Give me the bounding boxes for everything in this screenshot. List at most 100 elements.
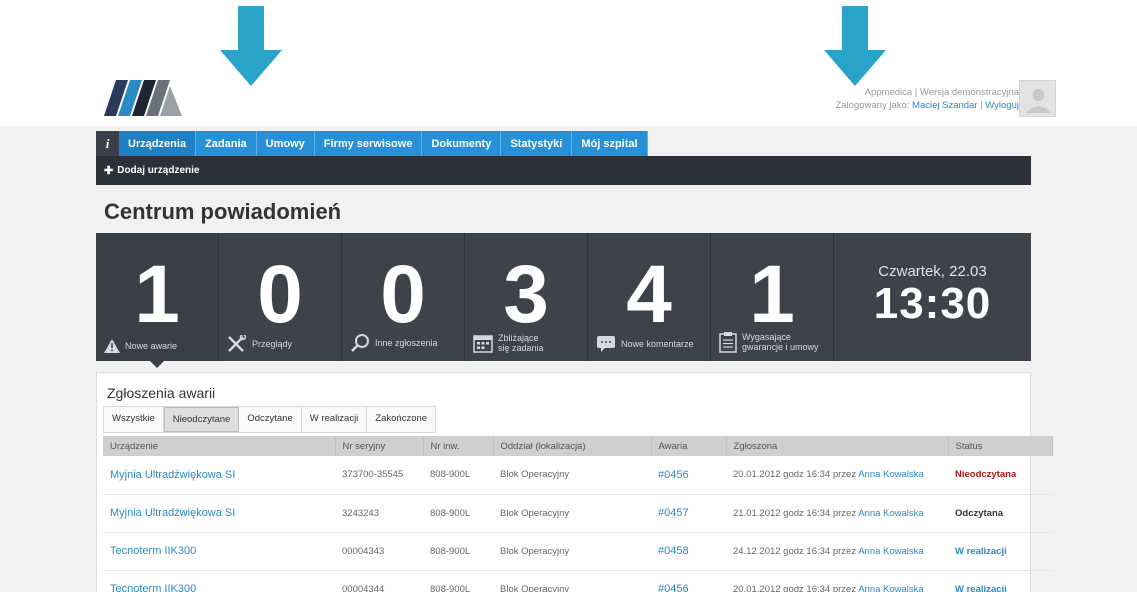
device-link[interactable]: Myjnia Ultradźwiękowa SI [103,456,335,495]
tile-upcoming-tasks[interactable]: 3 Zbliżające się zadania [465,233,588,361]
serial-number: 00004344 [335,570,423,592]
filter-read[interactable]: Odczytane [239,407,302,432]
tile-label: Przeglądy [252,339,293,349]
info-tab[interactable]: i [96,131,119,156]
clipboard-icon [719,332,737,353]
reporter-link[interactable]: Anna Kowalska [858,584,923,592]
notification-tiles: 1 Nowe awarie 0 Przeglądy 0 Inne zgłosze… [96,233,1031,361]
tile-label: Inne zgłoszenia [375,338,438,348]
status-badge: W realizacji [948,532,1053,571]
tab-dokumenty[interactable]: Dokumenty [422,131,502,156]
app-logo [104,80,182,116]
column-header[interactable]: Zgłoszona [726,436,949,456]
inventory-number: 808-900L [423,570,493,592]
device-link[interactable]: Tecnoterm IIK300 [103,570,335,592]
reported-date: 21.01.2012 godz 16:34 przez [733,507,857,519]
table-row[interactable]: Myjnia Ultradźwiękowa SI 373700-35545 80… [103,456,1053,495]
search-icon [351,334,369,352]
app-version: Appmedica | Wersja demonstracyjna [864,87,1019,98]
tab-urzadzenia[interactable]: Urządzenia [119,131,197,156]
tile-label: Nowe awarie [125,341,178,351]
tile-label-line1: Zbliżające [498,333,539,343]
status-badge: Nieodczytana [948,456,1053,495]
device-link[interactable]: Tecnoterm IIK300 [103,532,335,571]
tile-new-failures[interactable]: 1 Nowe awarie [96,233,219,361]
avatar[interactable] [1019,80,1056,117]
current-time: 13:30 [873,279,992,328]
column-header[interactable]: Oddział (lokalizacja) [493,436,652,456]
table-row[interactable]: Tecnoterm IIK300 00004343 808-900L Blok … [103,532,1053,571]
column-header[interactable]: Nr inw. [423,436,494,456]
reported-cell: 21.01.2012 godz 16:34 przez Anna Kowalsk… [726,494,948,533]
serial-number: 373700-35545 [335,456,423,495]
reporter-link[interactable]: Anna Kowalska [858,546,923,557]
tile-count: 1 [134,249,180,340]
comment-icon [597,336,615,352]
table-row[interactable]: Tecnoterm IIK300 00004344 808-900L Blok … [103,570,1053,592]
tile-new-comments[interactable]: 4 Nowe komentarze [588,233,711,361]
department: Blok Operacyjny [493,570,651,592]
device-link[interactable]: Myjnia Ultradźwiękowa SI [103,494,335,533]
user-info: Appmedica | Wersja demonstracyjna Zalogo… [835,86,1019,112]
issue-link[interactable]: #0456 [651,456,726,495]
reported-date: 24.12.2012 godz 16:34 przez [733,545,857,557]
department: Blok Operacyjny [493,494,651,533]
filter-all[interactable]: Wszystkie [104,407,164,432]
reporter-link[interactable]: Anna Kowalska [858,469,923,480]
main-nav: i Urządzenia Zadania Umowy Firmy serwiso… [96,131,648,156]
failures-panel: Zgłoszenia awarii Wszystkie Nieodczytane… [96,372,1053,592]
add-device-button[interactable]: Dodaj urządzenie [117,165,199,176]
reported-date: 20.01.2012 godz 16:34 przez [733,469,857,481]
tab-firmy-serwisowe[interactable]: Firmy serwisowe [315,131,423,156]
tile-label: Nowe komentarze [621,339,694,349]
filter-unread[interactable]: Nieodczytane [163,407,240,432]
issue-link[interactable]: #0456 [651,570,726,592]
column-header[interactable]: Urządzenie [103,436,336,456]
tile-expiring-warranties[interactable]: 1 Wygasające gwarancje i umowy [711,233,834,361]
column-header[interactable]: Status [948,436,1053,456]
current-day: Czwartek, 22.03 [878,263,987,280]
tab-statystyki[interactable]: Statystyki [501,131,573,156]
arrow-down-icon [220,6,282,86]
user-link[interactable]: Maciej Szandar [912,100,977,111]
tile-count: 4 [626,249,672,340]
issue-link[interactable]: #0458 [651,532,726,571]
tile-count: 1 [749,249,795,340]
filter-completed[interactable]: Zakończone [367,407,436,432]
tile-other-reports[interactable]: 0 Inne zgłoszenia [342,233,465,361]
tab-zadania[interactable]: Zadania [196,131,257,156]
status-badge: W realizacji [948,570,1053,592]
filter-in-progress[interactable]: W realizacji [301,407,368,432]
issue-link[interactable]: #0457 [651,494,726,533]
table-header-row: Urządzenie Nr seryjny Nr inw. Oddział (l… [103,436,1053,456]
reported-cell: 24.12.2012 godz 16:34 przez Anna Kowalsk… [726,532,948,571]
page-title: Centrum powiadomień [104,199,342,224]
column-header[interactable]: Nr seryjny [335,436,424,456]
department: Blok Operacyjny [493,456,651,495]
date-time-display: Czwartek, 22.03 13:30 [834,233,1031,361]
logout-link[interactable]: Wyloguj [985,100,1019,111]
failures-table: Urządzenie Nr seryjny Nr inw. Oddział (l… [103,436,1053,592]
logged-as-label: Zalogowany jako: [835,100,910,111]
table-row[interactable]: Myjnia Ultradźwiękowa SI 3243243 808-900… [103,494,1053,533]
sub-toolbar: ✚ Dodaj urządzenie [96,156,1031,185]
tile-inspections[interactable]: 0 Przeglądy [219,233,342,361]
reporter-link[interactable]: Anna Kowalska [858,508,923,519]
inventory-number: 808-900L [423,456,493,495]
serial-number: 3243243 [335,494,423,533]
arrow-down-icon [824,6,886,86]
reported-cell: 20.01.2012 godz 16:34 przez Anna Kowalsk… [726,456,948,495]
page: Appmedica | Wersja demonstracyjna Zalogo… [0,0,1137,592]
column-header[interactable]: Awaria [651,436,727,456]
tile-count: 0 [380,249,426,340]
tab-moj-szpital[interactable]: Mój szpital [572,131,648,156]
reported-cell: 20.01.2012 godz 16:34 przez Anna Kowalsk… [726,570,948,592]
warning-icon [104,339,120,353]
reported-date: 20.01.2012 godz 16:34 przez [733,583,857,592]
plus-icon: ✚ [104,165,114,177]
serial-number: 00004343 [335,532,423,571]
tab-umowy[interactable]: Umowy [257,131,315,156]
user-icon [1026,89,1051,113]
calendar-icon [473,335,493,353]
inventory-number: 808-900L [423,532,493,571]
